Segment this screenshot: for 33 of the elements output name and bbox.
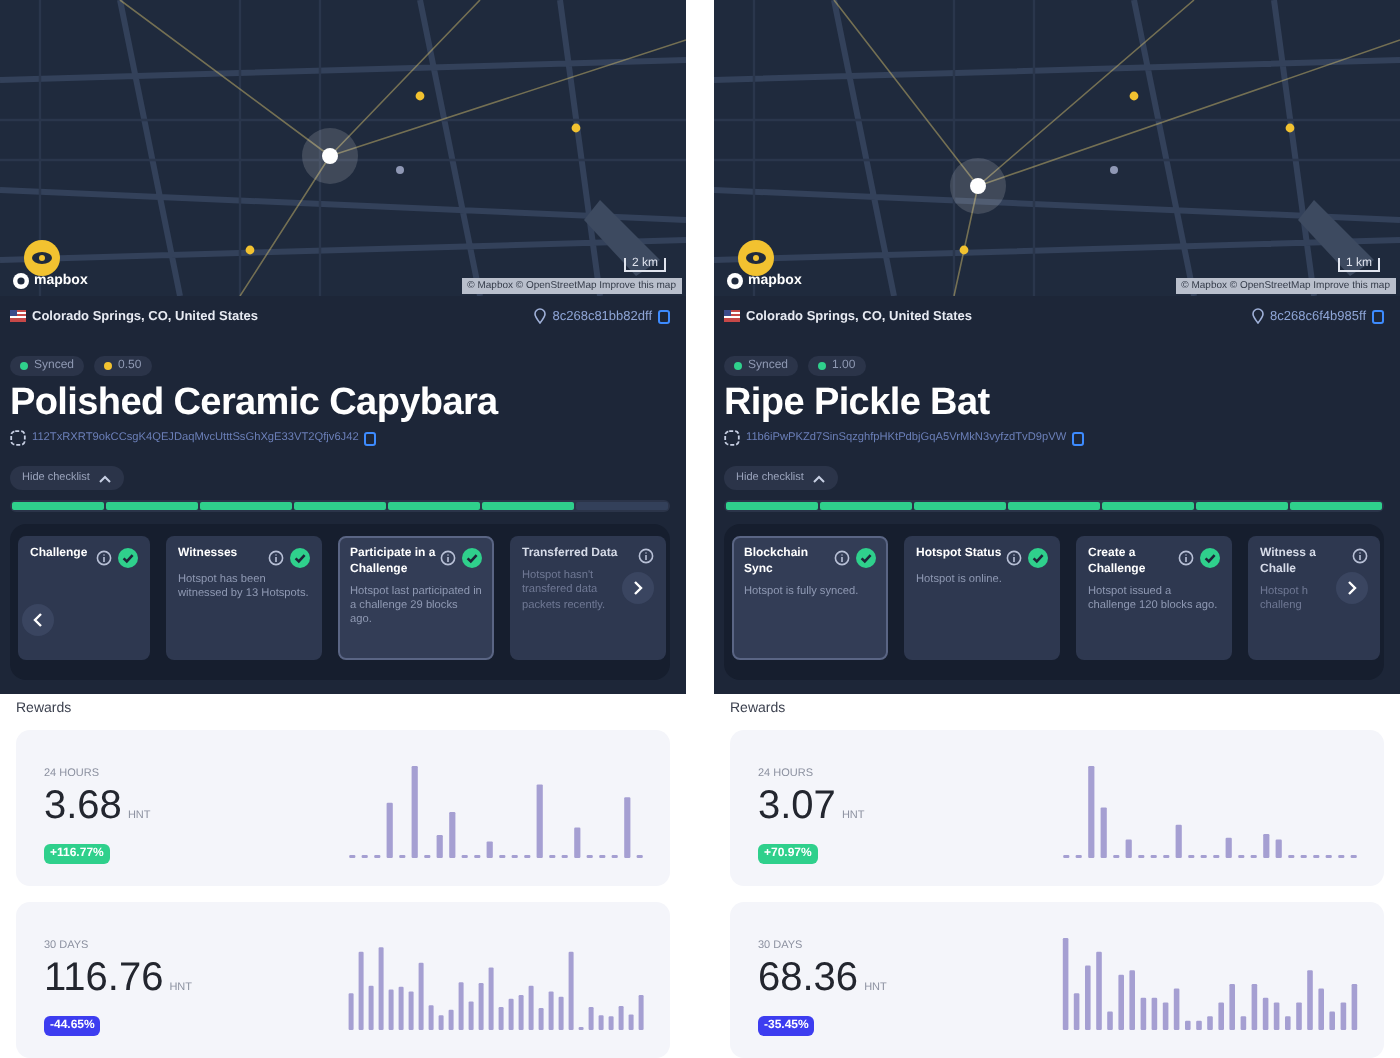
info-icon [268, 550, 284, 566]
pin-icon [534, 308, 547, 324]
chevron-left-icon [32, 612, 44, 628]
info-icon [1352, 548, 1368, 564]
info-icon [834, 550, 850, 566]
reward-amount: 3.68 [44, 784, 122, 830]
reward-amount: 68.36 [758, 956, 859, 1002]
chevron-up-icon [811, 473, 826, 483]
chevron-up-icon [97, 473, 112, 483]
copy-icon [658, 309, 670, 323]
hotspot-name: Polished Ceramic Capybara [10, 382, 501, 426]
flag-icon [10, 310, 26, 322]
copy-icon [1072, 431, 1085, 445]
info-icon [638, 548, 654, 564]
hotspot-name: Ripe Pickle Bat [724, 382, 992, 426]
flag-icon [724, 310, 740, 322]
eye-button-icon [24, 240, 60, 276]
info-icon [440, 550, 456, 566]
pin-icon [1252, 308, 1265, 324]
hotspot-icon [10, 430, 26, 446]
info-icon [1006, 550, 1022, 566]
logo-icon [12, 272, 30, 290]
chevron-right-icon [1346, 580, 1358, 596]
hotspot-icon [724, 430, 740, 446]
info-icon [96, 550, 112, 566]
copy-icon [364, 431, 377, 445]
copy-icon [1372, 309, 1384, 323]
chevron-right-icon [632, 580, 644, 596]
eye-button-icon [738, 240, 774, 276]
reward-amount: 116.76 [44, 956, 164, 1002]
info-icon [1178, 550, 1194, 566]
reward-amount: 3.07 [758, 784, 836, 830]
logo-icon [726, 272, 744, 290]
